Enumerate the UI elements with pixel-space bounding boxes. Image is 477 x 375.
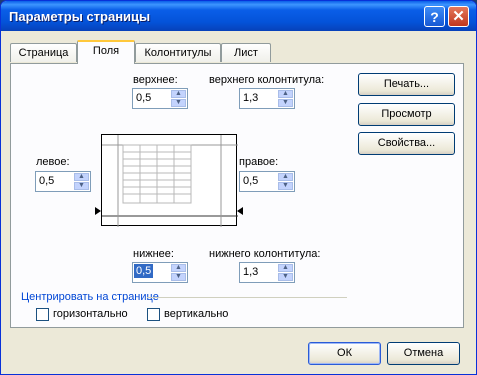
bottom-margin-value[interactable]: 0,5	[134, 264, 154, 278]
spin-down-icon[interactable]: ▼	[74, 182, 89, 190]
margins-panel: верхнее: 0,5 ▲ ▼ верхнего колонтитула: 1,…	[10, 63, 464, 328]
tab-page[interactable]: Страница	[10, 43, 77, 62]
tab-header-footer[interactable]: Колонтитулы	[135, 43, 221, 62]
print-preview-button[interactable]: Просмотр	[358, 103, 455, 126]
spin-down-icon[interactable]: ▼	[171, 99, 186, 107]
ok-button[interactable]: ОК	[308, 342, 381, 365]
tab-sheet[interactable]: Лист	[221, 43, 271, 62]
right-margin-value[interactable]: 0,5	[243, 175, 258, 187]
footer-margin-spinner[interactable]: 1,3 ▲ ▼	[239, 262, 295, 283]
center-vertically-checkbox[interactable]	[147, 308, 160, 321]
center-horizontally-checkbox[interactable]	[36, 308, 49, 321]
top-margin-value[interactable]: 0,5	[136, 92, 151, 104]
page-preview	[101, 134, 238, 227]
bottom-margin-right-marker-icon	[237, 207, 243, 215]
spin-up-icon[interactable]: ▲	[278, 173, 293, 181]
page-setup-dialog: Параметры страницы ? ✕ Страница Поля Кол…	[0, 0, 477, 375]
page-preview-graphic	[102, 135, 238, 227]
left-margin-spinner[interactable]: 0,5 ▲ ▼	[35, 171, 91, 192]
center-horizontally-label[interactable]: горизонтально	[53, 308, 128, 320]
group-divider	[147, 297, 347, 298]
spin-up-icon[interactable]: ▲	[74, 173, 89, 181]
left-margin-value[interactable]: 0,5	[39, 175, 54, 187]
footer-margin-label: нижнего колонтитула:	[209, 248, 321, 260]
spin-up-icon[interactable]: ▲	[171, 90, 186, 98]
center-on-page-group-label: Центрировать на странице	[21, 291, 159, 303]
right-margin-label: правое:	[239, 156, 279, 168]
dialog-title: Параметры страницы	[9, 9, 151, 24]
center-vertically-label[interactable]: вертикально	[164, 308, 228, 320]
spin-up-icon[interactable]: ▲	[278, 264, 293, 272]
spin-down-icon[interactable]: ▼	[278, 182, 293, 190]
top-margin-label: верхнее:	[133, 74, 178, 86]
spin-up-icon[interactable]: ▲	[171, 264, 186, 272]
footer-margin-value[interactable]: 1,3	[243, 266, 258, 278]
spin-down-icon[interactable]: ▼	[278, 99, 293, 107]
right-margin-spinner[interactable]: 0,5 ▲ ▼	[239, 171, 295, 192]
options-button[interactable]: Свойства...	[358, 132, 455, 155]
print-button[interactable]: Печать...	[358, 73, 455, 96]
left-margin-label: левое:	[36, 156, 70, 168]
spin-down-icon[interactable]: ▼	[171, 273, 186, 281]
cancel-button[interactable]: Отмена	[387, 342, 460, 365]
help-button[interactable]: ?	[424, 6, 445, 27]
spin-down-icon[interactable]: ▼	[278, 273, 293, 281]
close-button[interactable]: ✕	[448, 6, 469, 27]
header-margin-spinner[interactable]: 1,3 ▲ ▼	[239, 88, 295, 109]
tab-margins[interactable]: Поля	[77, 40, 135, 64]
bottom-margin-spinner[interactable]: 0,5 ▲ ▼	[132, 262, 188, 283]
header-margin-label: верхнего колонтитула:	[209, 74, 325, 86]
spin-up-icon[interactable]: ▲	[278, 90, 293, 98]
bottom-margin-left-marker-icon	[95, 207, 101, 215]
title-bar[interactable]: Параметры страницы ? ✕	[1, 1, 476, 31]
bottom-margin-label: нижнее:	[133, 248, 174, 260]
header-margin-value[interactable]: 1,3	[243, 92, 258, 104]
top-margin-spinner[interactable]: 0,5 ▲ ▼	[132, 88, 188, 109]
